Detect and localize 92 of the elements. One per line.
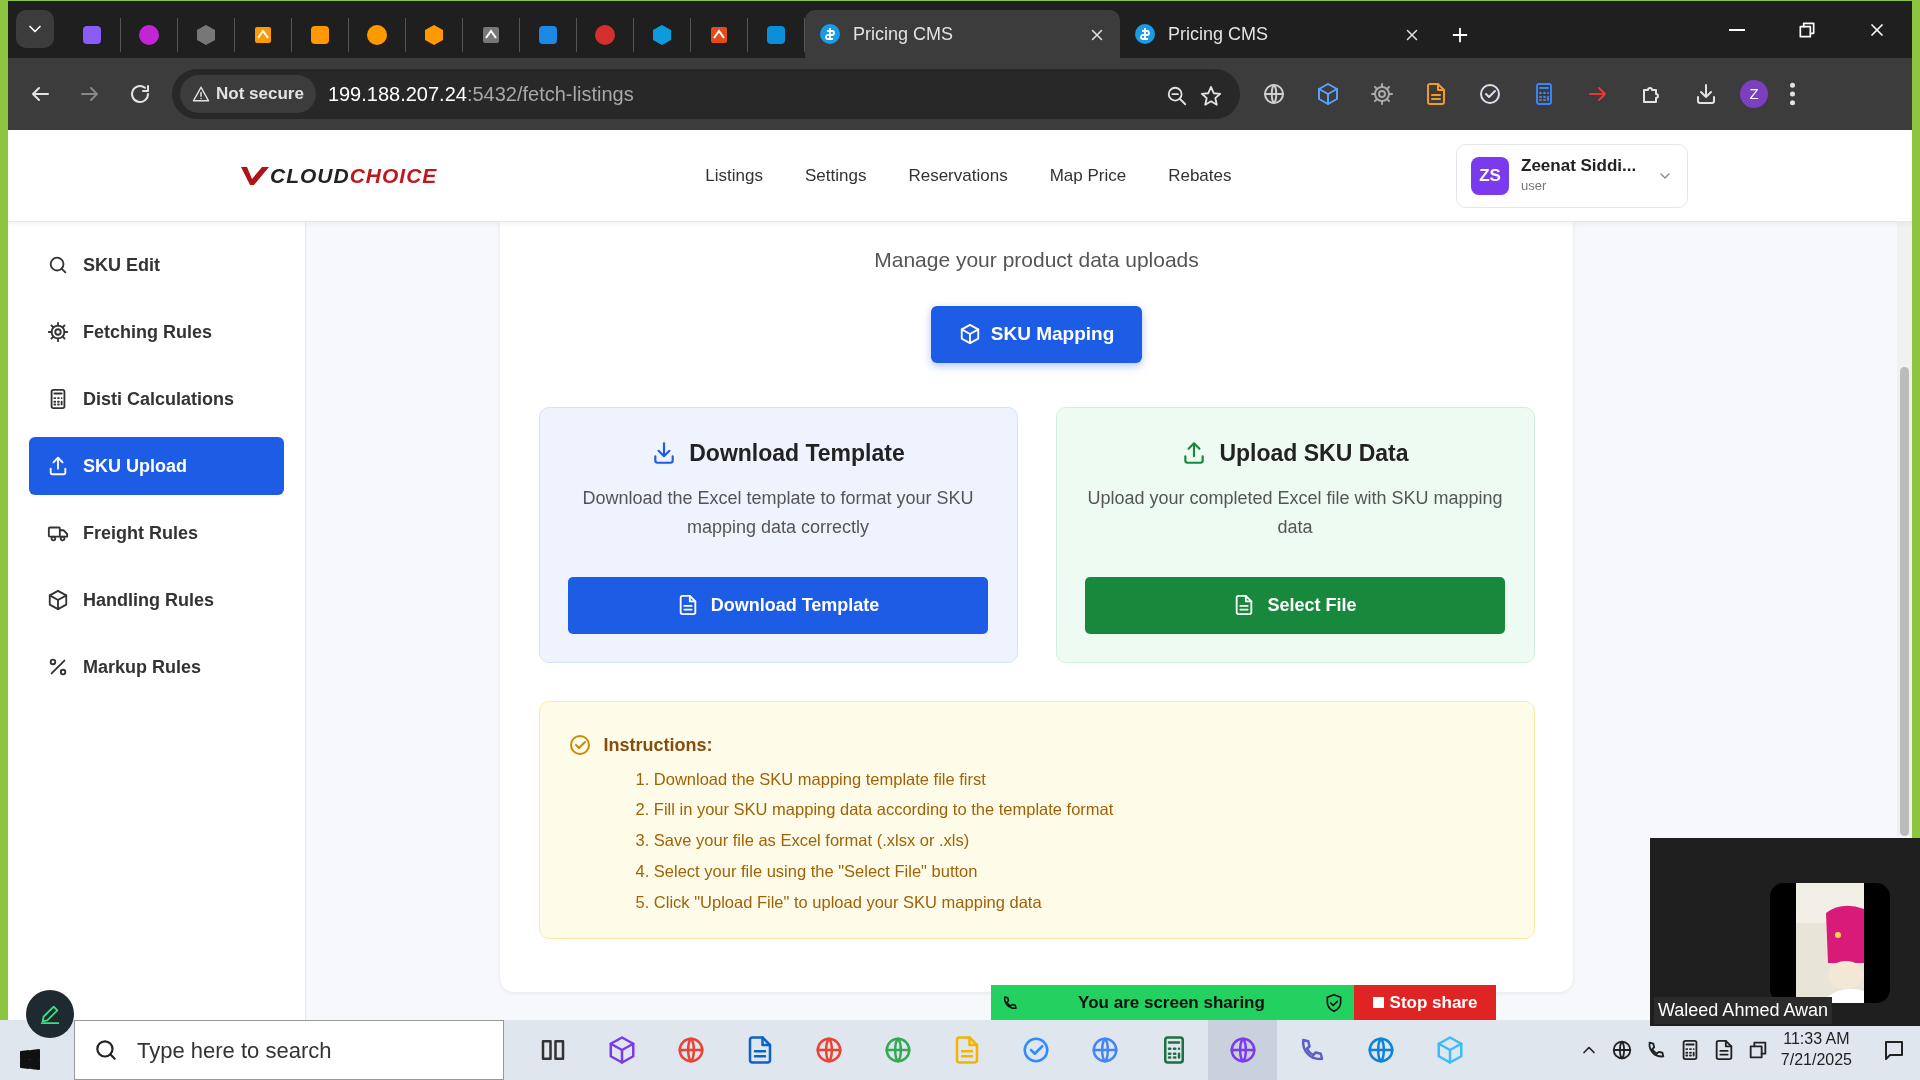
favicon-icon bbox=[309, 24, 331, 46]
sidebar-item[interactable]: SKU Upload bbox=[29, 437, 284, 495]
favicon-icon bbox=[138, 24, 160, 46]
upload-icon bbox=[47, 455, 69, 477]
sidebar-item[interactable]: SKU Edit bbox=[29, 236, 284, 294]
user-menu[interactable]: ZS Zeenat Siddi... user bbox=[1456, 143, 1688, 208]
user-name: Zeenat Siddi... bbox=[1521, 155, 1637, 176]
windows-icon bbox=[18, 1047, 42, 1071]
shield-icon bbox=[1324, 992, 1344, 1013]
search-icon bbox=[93, 1037, 119, 1063]
warning-icon bbox=[192, 85, 210, 103]
instruction-step: 4. Select your file using the "Select File" button bbox=[635, 858, 1506, 884]
stop-icon bbox=[1372, 997, 1384, 1008]
nav-link[interactable]: Rebates bbox=[1168, 162, 1232, 189]
gear-icon bbox=[1370, 82, 1394, 107]
document-icon bbox=[1424, 82, 1448, 107]
nav-link[interactable]: Settings bbox=[805, 162, 867, 189]
profile-avatar[interactable]: Z bbox=[1740, 80, 1768, 108]
sidebar-item[interactable]: Freight Rules bbox=[29, 504, 284, 562]
instruction-step: 3. Save your file as Excel format (.xlsx or .xls) bbox=[635, 828, 1506, 853]
tray-icon bbox=[1610, 1039, 1633, 1061]
nav-link[interactable]: Map Price bbox=[1049, 162, 1127, 189]
user-role: user bbox=[1521, 176, 1548, 195]
taskbar-search-box[interactable]: Type here to search bbox=[74, 1020, 504, 1080]
search-icon bbox=[47, 254, 69, 276]
pen-icon bbox=[39, 1003, 61, 1025]
screen-share-message: You are screen sharing bbox=[1077, 991, 1266, 1014]
instructions-title: Instructions: bbox=[603, 733, 713, 757]
favicon-icon bbox=[480, 24, 502, 46]
check-circle-icon bbox=[567, 733, 592, 757]
phone-icon bbox=[1001, 993, 1019, 1012]
sidebar-item[interactable]: Markup Rules bbox=[29, 638, 284, 696]
favicon-icon bbox=[366, 24, 388, 46]
stop-share-button[interactable]: Stop share bbox=[1354, 985, 1496, 1020]
box-icon bbox=[958, 323, 981, 345]
tab-title: Pricing CMS bbox=[853, 22, 954, 46]
logo-icon bbox=[240, 164, 270, 187]
favicon-icon bbox=[594, 24, 616, 46]
check-circle-icon bbox=[1478, 82, 1502, 107]
logo-text: CLOUDCHOICE bbox=[270, 162, 438, 189]
settings-icon bbox=[47, 321, 69, 343]
star-icon bbox=[1200, 84, 1222, 107]
nav-link[interactable]: Listings bbox=[705, 162, 763, 189]
favicon-icon bbox=[1134, 23, 1156, 45]
favicon-icon bbox=[423, 24, 445, 46]
user-avatar: ZS bbox=[1471, 156, 1509, 195]
scrollbar[interactable] bbox=[1897, 222, 1912, 836]
instruction-step: 5. Click "Upload File" to upload your SKU mapping data bbox=[635, 889, 1506, 915]
sidebar-item[interactable]: Handling Rules bbox=[29, 571, 284, 629]
favicon-icon bbox=[81, 24, 103, 46]
favicon-icon bbox=[252, 24, 274, 46]
cube-icon bbox=[1316, 82, 1340, 107]
percent-icon bbox=[47, 656, 69, 678]
box-icon bbox=[47, 589, 69, 611]
nav-link[interactable]: Reservations bbox=[908, 162, 1008, 189]
favicon-icon bbox=[765, 24, 787, 46]
sidebar-item[interactable]: Disti Calculations bbox=[29, 370, 284, 428]
sidebar-item[interactable]: Fetching Rules bbox=[29, 303, 284, 361]
download-icon bbox=[1694, 82, 1718, 107]
panel-description: Download the Excel template to format your SKU mapping data correctly bbox=[581, 487, 975, 539]
address-bar[interactable]: Not secure 199.188.207.24:5432/fetch-listings bbox=[172, 69, 1240, 119]
instruction-step: 2. Fill in your SKU mapping data according to the template format bbox=[635, 797, 1506, 822]
browser-tab[interactable]: Pricing CMS bbox=[805, 10, 1120, 58]
scrollbar-thumb[interactable] bbox=[1900, 367, 1909, 836]
clock-time: 11:33 AM bbox=[1782, 1029, 1851, 1050]
favicon-icon bbox=[195, 24, 217, 46]
clock-date: 7/21/2025 bbox=[1780, 1050, 1852, 1070]
panel-title: Upload SKU Data bbox=[1219, 438, 1409, 468]
tab-search-button[interactable] bbox=[16, 10, 54, 48]
download-template-button[interactable]: Download Template bbox=[568, 576, 988, 634]
globe-icon bbox=[1262, 82, 1286, 107]
favicon-icon bbox=[819, 23, 841, 45]
panel-description: Upload your completed Excel file with SKU mapping data bbox=[1086, 487, 1504, 539]
panel-title: Download Template bbox=[689, 438, 905, 468]
browser-tab[interactable]: Pricing CMS bbox=[1120, 10, 1435, 58]
security-label: Not secure bbox=[216, 83, 304, 106]
url-text: 199.188.207.24:5432/fetch-listings bbox=[327, 82, 634, 107]
security-chip[interactable]: Not secure bbox=[180, 75, 316, 113]
zoom-icon bbox=[1166, 84, 1188, 107]
tab-title: Pricing CMS bbox=[1168, 22, 1269, 46]
favicon-icon bbox=[537, 24, 559, 46]
sku-mapping-button[interactable]: SKU Mapping bbox=[931, 305, 1142, 363]
menu-icon bbox=[1790, 82, 1795, 107]
minimize-icon bbox=[1729, 28, 1745, 31]
notification-icon bbox=[1882, 1038, 1906, 1063]
instruction-step: 1. Download the SKU mapping template file first bbox=[635, 766, 1506, 792]
taskbar-search-field[interactable]: Type here to search bbox=[135, 1032, 465, 1068]
favicon-icon bbox=[651, 24, 673, 46]
subtitle: Manage your product data uploads bbox=[874, 247, 1199, 273]
participant-name: Waleed Ahmed Awan bbox=[1654, 997, 1833, 1024]
select-file-button[interactable]: Select File bbox=[1085, 576, 1505, 634]
favicon-icon bbox=[708, 24, 730, 46]
